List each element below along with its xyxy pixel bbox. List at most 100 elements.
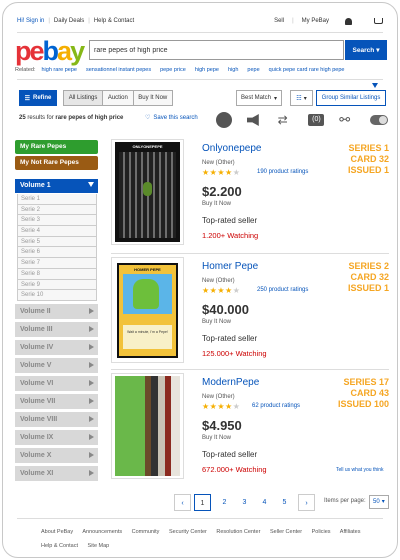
star-rating-icon: ★★★★★ — [202, 286, 241, 295]
item-title[interactable]: Homer Pepe — [202, 261, 258, 272]
footer-link[interactable]: Seller Center — [270, 529, 302, 535]
related-link[interactable]: high rare pepe — [42, 67, 77, 73]
related-link[interactable]: high pepe — [195, 67, 219, 73]
series-item[interactable]: Serie 9 — [17, 279, 97, 291]
page-2-button[interactable]: 2 — [216, 494, 233, 511]
sell-link[interactable]: Sell — [274, 18, 284, 24]
page-3-button[interactable]: 3 — [236, 494, 253, 511]
volume-header[interactable]: Volume VII — [15, 394, 98, 409]
share-icon[interactable]: ⚯ — [339, 113, 355, 127]
my-rare-pepes-button[interactable]: My Rare Pepes — [15, 140, 98, 154]
chevron-right-icon — [89, 434, 94, 440]
page-5-button[interactable]: 5 — [276, 494, 293, 511]
volume-header[interactable]: Volume III — [15, 322, 98, 337]
pebay-logo[interactable]: pebay — [15, 38, 85, 65]
circle-icon[interactable] — [216, 112, 232, 128]
item-thumbnail[interactable]: ONLYONEPEPE — [111, 139, 184, 245]
ratings-link[interactable]: 190 product ratings — [257, 169, 308, 175]
item-condition: New (Other) — [202, 394, 235, 400]
footer-link[interactable]: About PeBay — [41, 529, 73, 535]
next-page-button[interactable]: › — [298, 494, 315, 511]
series-item[interactable]: Serie 5 — [17, 236, 97, 248]
related-link[interactable]: quick pepe card rare high pepe — [269, 67, 345, 73]
footer-link[interactable]: Community — [132, 529, 160, 535]
toggle-icon[interactable] — [369, 115, 388, 125]
filter-buy-it-now[interactable]: Buy It Now — [134, 91, 172, 105]
search-button[interactable]: Search ▾ — [345, 40, 387, 60]
volume-header[interactable]: Volume II — [15, 304, 98, 319]
related-link[interactable]: pepe price — [160, 67, 186, 73]
item-thumbnail[interactable] — [111, 373, 184, 479]
series-item[interactable]: Serie 3 — [17, 215, 97, 227]
swap-arrows-icon[interactable]: ⇄ — [278, 114, 294, 126]
seller-badge: Top-rated seller — [202, 334, 258, 343]
series-item[interactable]: Serie 1 — [17, 194, 97, 205]
volume-header[interactable]: Volume VIII — [15, 412, 98, 427]
save-search-link[interactable]: ♡ Save this search — [145, 114, 198, 121]
series-item[interactable]: Serie 8 — [17, 268, 97, 280]
ratings-link[interactable]: 62 product ratings — [252, 403, 300, 409]
watching-count: 125.000+ Watching — [202, 349, 267, 358]
footer-link[interactable]: Help & Contact — [41, 543, 78, 549]
footer-link[interactable]: Site Map — [88, 543, 110, 549]
volume-header[interactable]: Volume XI — [15, 466, 98, 481]
daily-deals-link[interactable]: Daily Deals — [54, 18, 84, 24]
listing-type-filter: All Listings Auction Buy It Now — [63, 90, 173, 106]
feedback-link[interactable]: Tell us what you think — [336, 467, 384, 473]
group-similar-button[interactable]: Group Similar Listings — [316, 90, 386, 106]
volume-header[interactable]: Volume V — [15, 358, 98, 373]
pointer-arrow-icon — [372, 83, 378, 88]
chevron-right-icon — [89, 470, 94, 476]
my-not-rare-pepes-button[interactable]: My Not Rare Pepes — [15, 156, 98, 170]
items-per-page-label: Items per page: — [324, 498, 366, 504]
item-title[interactable]: ModernPepe — [202, 377, 259, 388]
sort-dropdown[interactable]: Best Match ▾ — [236, 90, 282, 106]
related-link[interactable]: high — [228, 67, 238, 73]
card-icon[interactable]: (0) — [308, 114, 325, 126]
item-title[interactable]: Onlyonepepe — [202, 143, 262, 154]
chevron-down-icon — [88, 182, 94, 187]
volume-header[interactable]: Volume VI — [15, 376, 98, 391]
ratings-link[interactable]: 250 product ratings — [257, 287, 308, 293]
series-item[interactable]: Serie 10 — [17, 290, 97, 301]
footer-link[interactable]: Announcements — [82, 529, 122, 535]
items-per-page-select[interactable]: 50 ▾ — [369, 495, 389, 509]
search-input[interactable] — [90, 41, 343, 59]
volume-header[interactable]: Volume IX — [15, 430, 98, 445]
list-view-icon: ☷ — [296, 95, 302, 102]
watching-count: 672.000+ Watching — [202, 465, 267, 474]
series-item[interactable]: Serie 2 — [17, 204, 97, 216]
footer-link[interactable]: Resolution Center — [216, 529, 260, 535]
view-toggle-button[interactable]: ☷ ▾ — [290, 90, 313, 106]
related-link[interactable]: sensationnel instant pepes — [86, 67, 151, 73]
refine-button[interactable]: ☰ Refine — [19, 90, 57, 106]
prev-page-button[interactable]: ‹ — [174, 494, 191, 511]
sign-in-link[interactable]: Hi! Sign in — [17, 18, 44, 24]
item-thumbnail[interactable]: HOMER PEPE Wait a minute, I'm a Pepe! — [111, 257, 184, 363]
footer-link[interactable]: Policies — [312, 529, 331, 535]
page-4-button[interactable]: 4 — [256, 494, 273, 511]
series-item[interactable]: Serie 6 — [17, 247, 97, 259]
series-item[interactable]: Serie 4 — [17, 226, 97, 237]
speaker-icon[interactable] — [246, 114, 259, 126]
volume-header[interactable]: Volume IV — [15, 340, 98, 355]
help-contact-link[interactable]: Help & Contact — [94, 18, 134, 24]
buy-it-now-label: Buy It Now — [202, 201, 232, 207]
buy-it-now-label: Buy It Now — [202, 319, 232, 325]
volume-header[interactable]: Volume X — [15, 448, 98, 463]
page-1-button[interactable]: 1 — [194, 494, 211, 511]
related-searches: Related: high rare pepe sensationnel ins… — [15, 67, 345, 73]
cart-icon[interactable] — [374, 18, 383, 24]
related-link[interactable]: pepe — [247, 67, 259, 73]
divider — [17, 518, 383, 519]
filter-all-listings[interactable]: All Listings — [64, 91, 104, 105]
footer-link[interactable]: Security Center — [169, 529, 207, 535]
footer-link[interactable]: Affiliates — [340, 529, 361, 535]
bell-icon[interactable] — [345, 17, 352, 25]
my-pebay-link[interactable]: My PeBay — [302, 18, 329, 24]
chevron-right-icon — [89, 398, 94, 404]
buy-it-now-label: Buy It Now — [202, 435, 232, 441]
volume-1-header[interactable]: Volume 1 — [15, 179, 98, 193]
filter-auction[interactable]: Auction — [103, 91, 134, 105]
series-item[interactable]: Serie 7 — [17, 258, 97, 269]
